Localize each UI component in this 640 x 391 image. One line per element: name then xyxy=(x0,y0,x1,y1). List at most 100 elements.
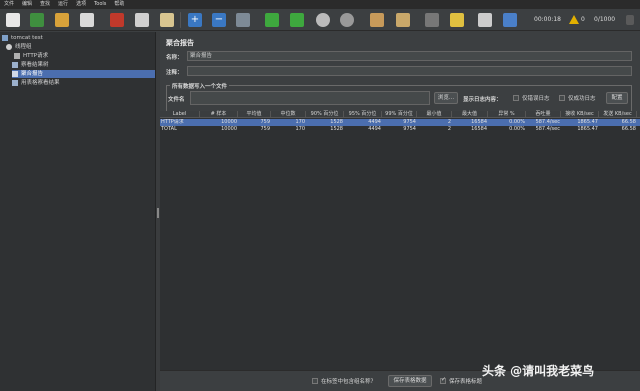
menu-help[interactable]: 帮助 xyxy=(114,0,124,9)
listener-icon xyxy=(12,70,18,77)
start-no-pause-icon[interactable] xyxy=(290,13,304,27)
table-cell: HTTP请求 xyxy=(161,119,184,125)
menu-tools[interactable]: Tools xyxy=(94,0,106,9)
listener-icon xyxy=(12,61,18,68)
tree-item-http-request[interactable]: HTTP请求 xyxy=(14,52,48,60)
menu-edit[interactable]: 编辑 xyxy=(22,0,32,9)
thread-count: 0/1000 xyxy=(594,16,616,23)
column-header[interactable]: 90% 百分位 xyxy=(306,111,344,118)
status-indicator-icon xyxy=(626,15,634,25)
column-header[interactable]: 99% 百分位 xyxy=(382,111,417,118)
table-cell: 587.4/sec xyxy=(535,119,560,125)
column-header[interactable]: 95% 百分位 xyxy=(344,111,382,118)
table-cell: 10000 xyxy=(221,119,237,125)
table-cell: 170 xyxy=(295,119,305,125)
table-row[interactable]: TOTAL 10000 759 170 1528 4494 9754 2 165… xyxy=(160,126,640,133)
column-header[interactable]: 最大值 xyxy=(452,111,488,118)
search-icon[interactable] xyxy=(425,13,439,27)
table-cell: 9754 xyxy=(403,119,416,125)
toolbar-separator xyxy=(180,12,181,28)
column-header[interactable]: 最小值 xyxy=(417,111,452,118)
table-row[interactable]: HTTP请求 10000 759 170 1528 4494 9754 2 16… xyxy=(160,119,640,126)
toggle-icon[interactable] xyxy=(236,13,250,27)
column-header[interactable]: 吞吐量 xyxy=(526,111,561,118)
cut-icon[interactable] xyxy=(110,13,124,27)
tree-item-view-results-tree[interactable]: 察看结果树 xyxy=(12,61,49,69)
collapse-icon[interactable]: − xyxy=(212,13,226,27)
page-title: 聚合报告 xyxy=(166,39,194,47)
help-icon[interactable] xyxy=(503,13,517,27)
results-table: Label # 样本 平均值 中位数 90% 百分位 95% 百分位 99% 百… xyxy=(160,111,640,370)
menu-run[interactable]: 运行 xyxy=(58,0,68,9)
comment-label: 注释： xyxy=(166,70,183,76)
column-header[interactable]: 平均值 xyxy=(238,111,271,118)
save-table-header-checkbox[interactable] xyxy=(440,376,446,384)
open-icon[interactable] xyxy=(55,13,69,27)
save-table-data-button[interactable]: 保存表格数据 xyxy=(388,375,432,387)
tree-item-thread-group[interactable]: 线程组 xyxy=(6,43,32,51)
errors-only-label: 仅错误日志 xyxy=(522,96,550,102)
table-cell: 16584 xyxy=(471,126,487,132)
configure-button[interactable]: 配置 xyxy=(606,92,628,104)
table-cell: TOTAL xyxy=(161,126,177,132)
thread-group-icon xyxy=(6,43,12,50)
tree-item-aggregate-report[interactable]: 聚合报告 xyxy=(12,70,155,78)
elapsed-time: 00:00:18 xyxy=(534,16,561,23)
include-group-name-checkbox[interactable] xyxy=(312,378,318,384)
shutdown-icon[interactable] xyxy=(340,13,354,27)
sampler-icon xyxy=(14,52,20,59)
filename-field[interactable] xyxy=(190,91,430,105)
new-icon[interactable] xyxy=(6,13,20,27)
save-table-header-label: 保存表格标题 xyxy=(449,379,483,385)
save-icon[interactable] xyxy=(80,13,94,27)
toolbar: + − 00:00:18 0 0/1000 xyxy=(0,9,640,31)
expand-icon[interactable]: + xyxy=(188,13,202,27)
column-header[interactable]: 异常 % xyxy=(488,111,526,118)
column-header[interactable]: 接收 KB/sec xyxy=(561,111,599,118)
table-cell: 0.00% xyxy=(509,126,525,132)
templates-icon[interactable] xyxy=(30,13,44,27)
success-only-checkbox[interactable] xyxy=(559,95,565,101)
log-contents-label: 显示日志内容： xyxy=(463,97,502,103)
table-cell: 2 xyxy=(447,119,451,125)
column-header[interactable]: 发送 KB/sec xyxy=(599,111,637,118)
table-cell: 10000 xyxy=(221,126,237,132)
clear-icon[interactable] xyxy=(370,13,384,27)
stop-icon[interactable] xyxy=(316,13,330,27)
reset-search-icon[interactable] xyxy=(450,13,464,27)
function-helper-icon[interactable] xyxy=(478,13,492,27)
table-cell: 16584 xyxy=(471,119,487,125)
tree-item-view-results-table[interactable]: 用表格察看结果 xyxy=(12,79,60,87)
test-plan-tree: tomcat test 线程组 HTTP请求 察看结果树 聚合报告 用表格察看结… xyxy=(0,32,156,391)
aggregate-report-panel: 聚合报告 名称： 聚合报告 注释： 所有数据写入一个文件 文件名 浏览... 显… xyxy=(160,32,640,391)
menu-options[interactable]: 选项 xyxy=(76,0,86,9)
errors-only-checkbox[interactable] xyxy=(513,95,519,101)
table-cell: 1865.47 xyxy=(577,126,598,132)
menu-file[interactable]: 文件 xyxy=(4,0,14,9)
table-cell: 759 xyxy=(260,119,270,125)
include-group-name-label: 在标签中包含组名称？ xyxy=(321,379,377,385)
browse-button[interactable]: 浏览... xyxy=(434,92,458,104)
column-header[interactable]: Label xyxy=(160,111,200,118)
name-field[interactable]: 聚合报告 xyxy=(187,51,632,61)
splitter-grip-icon[interactable] xyxy=(157,208,159,218)
tree-item-test-plan[interactable]: tomcat test xyxy=(2,34,43,42)
table-header: Label # 样本 平均值 中位数 90% 百分位 95% 百分位 99% 百… xyxy=(160,111,640,118)
column-header[interactable]: 中位数 xyxy=(271,111,306,118)
start-icon[interactable] xyxy=(265,13,279,27)
paste-icon[interactable] xyxy=(160,13,174,27)
column-header[interactable]: # 样本 xyxy=(200,111,238,118)
menu-bar: 文件 编辑 查找 运行 选项 Tools 帮助 xyxy=(0,0,640,9)
table-cell: 66.58 xyxy=(621,119,636,125)
comment-field[interactable] xyxy=(187,66,632,76)
menu-search[interactable]: 查找 xyxy=(40,0,50,9)
warning-icon[interactable] xyxy=(569,15,579,24)
table-cell: 759 xyxy=(260,126,270,132)
warning-count: 0 xyxy=(581,16,585,23)
copy-icon[interactable] xyxy=(135,13,149,27)
clear-all-icon[interactable] xyxy=(396,13,410,27)
filename-label: 文件名 xyxy=(168,97,185,103)
test-plan-icon xyxy=(2,34,8,41)
table-cell: 9754 xyxy=(403,126,416,132)
watermark: 头条 @请叫我老菜鸟 xyxy=(482,364,595,378)
